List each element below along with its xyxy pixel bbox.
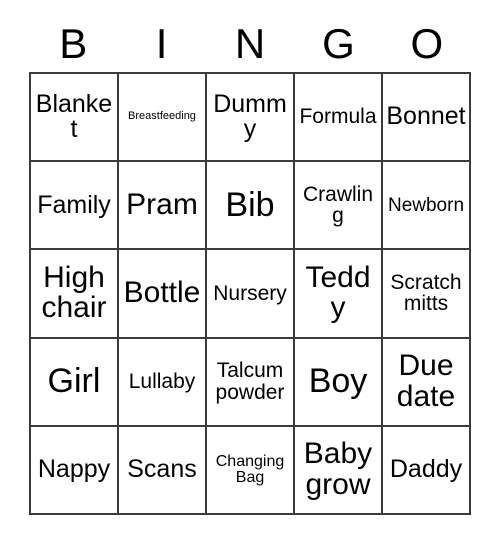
bingo-cell-label: Scratch mitts [390,271,462,316]
bingo-cell-label: Blanket [35,89,113,144]
bingo-cell-g4[interactable]: Boy [295,338,383,427]
bingo-cell-b2[interactable]: Family [31,162,119,251]
bingo-cell-label: Pram [126,187,198,221]
bingo-cell-n1[interactable]: Dummy [207,74,295,163]
bingo-cell-i4[interactable]: Lullaby [119,338,207,427]
bingo-cell-label: Lullaby [128,369,196,393]
header-letter-n: N [234,20,266,67]
bingo-card: B I N G O Blanket Breastfeeding Dummy Fo… [0,0,500,544]
bingo-cell-o2[interactable]: Newborn [383,162,471,251]
bingo-cell-b3[interactable]: High chair [31,250,119,339]
bingo-cell-label: Nappy [37,455,111,484]
bingo-cell-i1[interactable]: Breastfeeding [119,74,207,163]
bingo-cell-b4[interactable]: Girl [31,338,119,427]
bingo-cell-label: Bottle [123,276,201,310]
header-letter-g: G [322,20,355,67]
bingo-cell-n2[interactable]: Bib [207,162,295,251]
bingo-cell-b1[interactable]: Blanket [31,74,119,163]
bingo-cell-label: Changing Bag [215,452,285,486]
bingo-cell-label: Baby grow [303,437,373,501]
bingo-cell-label: Girl [47,362,101,401]
bingo-cell-n4[interactable]: Talcum powder [207,338,295,427]
bingo-cell-i2[interactable]: Pram [119,162,207,251]
bingo-cell-n3[interactable]: Nursery [207,250,295,339]
bingo-cell-o5[interactable]: Daddy [383,426,471,515]
bingo-cell-label: Daddy [389,455,463,484]
bingo-cell-n5[interactable]: Changing Bag [207,426,295,515]
bingo-cell-label: Due date [396,349,456,413]
bingo-cell-label: Dummy [213,89,287,144]
bingo-cell-label: Crawling [302,182,373,228]
bingo-cell-o4[interactable]: Due date [383,338,471,427]
bingo-cell-label: Boy [308,362,368,401]
bingo-cell-label: Newborn [387,194,465,216]
bingo-cell-label: Scans [127,455,197,484]
bingo-cell-g2[interactable]: Crawling [295,162,383,251]
header-letter-b: B [59,20,88,67]
bingo-cell-label: Family [37,190,111,219]
header-letter-o: O [410,20,444,67]
bingo-header-row: B I N G O [29,16,471,72]
header-letter-i: I [155,20,168,67]
bingo-cell-label: Nursery [213,281,287,305]
bingo-cell-b5[interactable]: Nappy [31,426,119,515]
bingo-cell-label: Teddy [305,260,371,325]
bingo-cell-o1[interactable]: Bonnet [383,74,471,163]
bingo-cell-g5[interactable]: Baby grow [295,426,383,515]
bingo-grid: Blanket Breastfeeding Dummy Formula Bonn… [29,72,471,515]
bingo-cell-g1[interactable]: Formula [295,74,383,163]
bingo-cell-i3[interactable]: Bottle [119,250,207,339]
bingo-cell-label: Bib [225,185,275,224]
bingo-cell-label: High chair [41,260,107,325]
bingo-cell-g3[interactable]: Teddy [295,250,383,339]
bingo-cell-label: Bonnet [386,102,466,131]
bingo-cell-label: Talcum powder [215,359,285,404]
bingo-cell-label: Formula [299,105,377,129]
bingo-cell-o3[interactable]: Scratch mitts [383,250,471,339]
bingo-cell-i5[interactable]: Scans [119,426,207,515]
bingo-cell-label: Breastfeeding [128,110,196,123]
